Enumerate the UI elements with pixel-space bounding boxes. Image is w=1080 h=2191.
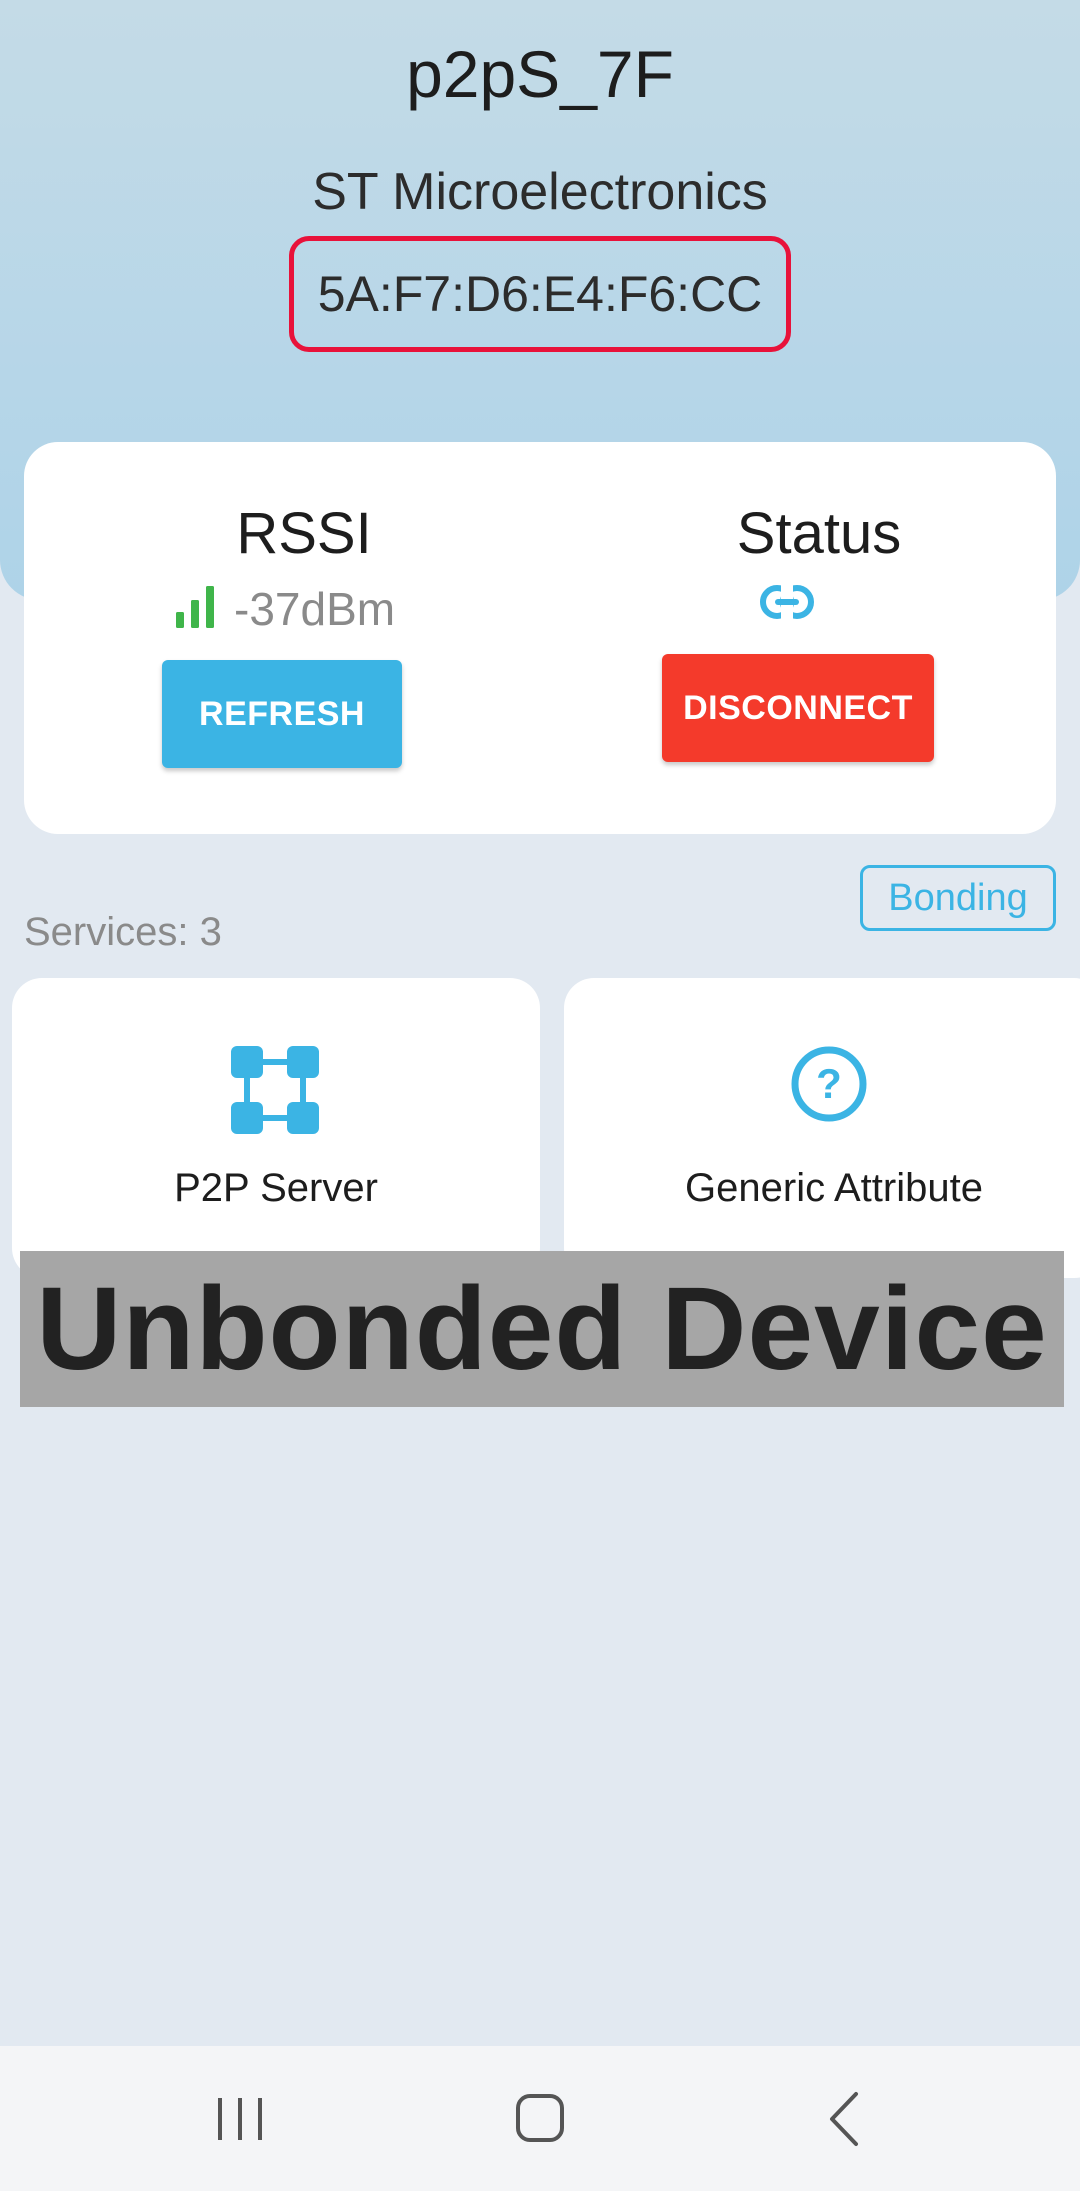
rssi-title: RSSI xyxy=(236,501,372,566)
back-icon[interactable] xyxy=(804,2084,884,2154)
svg-text:?: ? xyxy=(816,1060,842,1107)
unbonded-device-text: Unbonded Device xyxy=(36,1263,1048,1395)
system-nav-bar xyxy=(0,2046,1080,2191)
device-name: p2pS_7F xyxy=(406,37,674,111)
manufacturer-name: ST Microelectronics xyxy=(312,163,768,221)
services-count: Services: 3 xyxy=(24,910,222,954)
p2p-network-icon xyxy=(231,1046,319,1134)
recents-icon[interactable] xyxy=(200,2084,280,2154)
mac-address: 5A:F7:D6:E4:F6:CC xyxy=(317,266,763,322)
service-card-generic-attribute[interactable]: ? Generic Attribute xyxy=(564,978,1080,1278)
bonding-button[interactable]: Bonding xyxy=(860,865,1056,931)
mac-address-highlight: 5A:F7:D6:E4:F6:CC xyxy=(289,236,791,352)
service-card-p2p-server[interactable]: P2P Server xyxy=(12,978,540,1278)
disconnect-button[interactable]: DISCONNECT xyxy=(662,654,934,762)
connection-info-card: RSSI -37dBm REFRESH Status DISCONNECT xyxy=(24,442,1056,834)
home-icon[interactable] xyxy=(500,2084,580,2154)
signal-bars-icon xyxy=(176,586,214,628)
refresh-button[interactable]: REFRESH xyxy=(162,660,402,768)
service-label: P2P Server xyxy=(174,1166,378,1210)
service-label: Generic Attribute xyxy=(685,1166,983,1210)
question-circle-icon: ? xyxy=(791,1046,867,1122)
link-icon xyxy=(760,582,814,622)
status-title: Status xyxy=(736,501,902,566)
unbonded-device-banner: Unbonded Device xyxy=(20,1251,1064,1407)
rssi-value: -37dBm xyxy=(234,583,396,635)
